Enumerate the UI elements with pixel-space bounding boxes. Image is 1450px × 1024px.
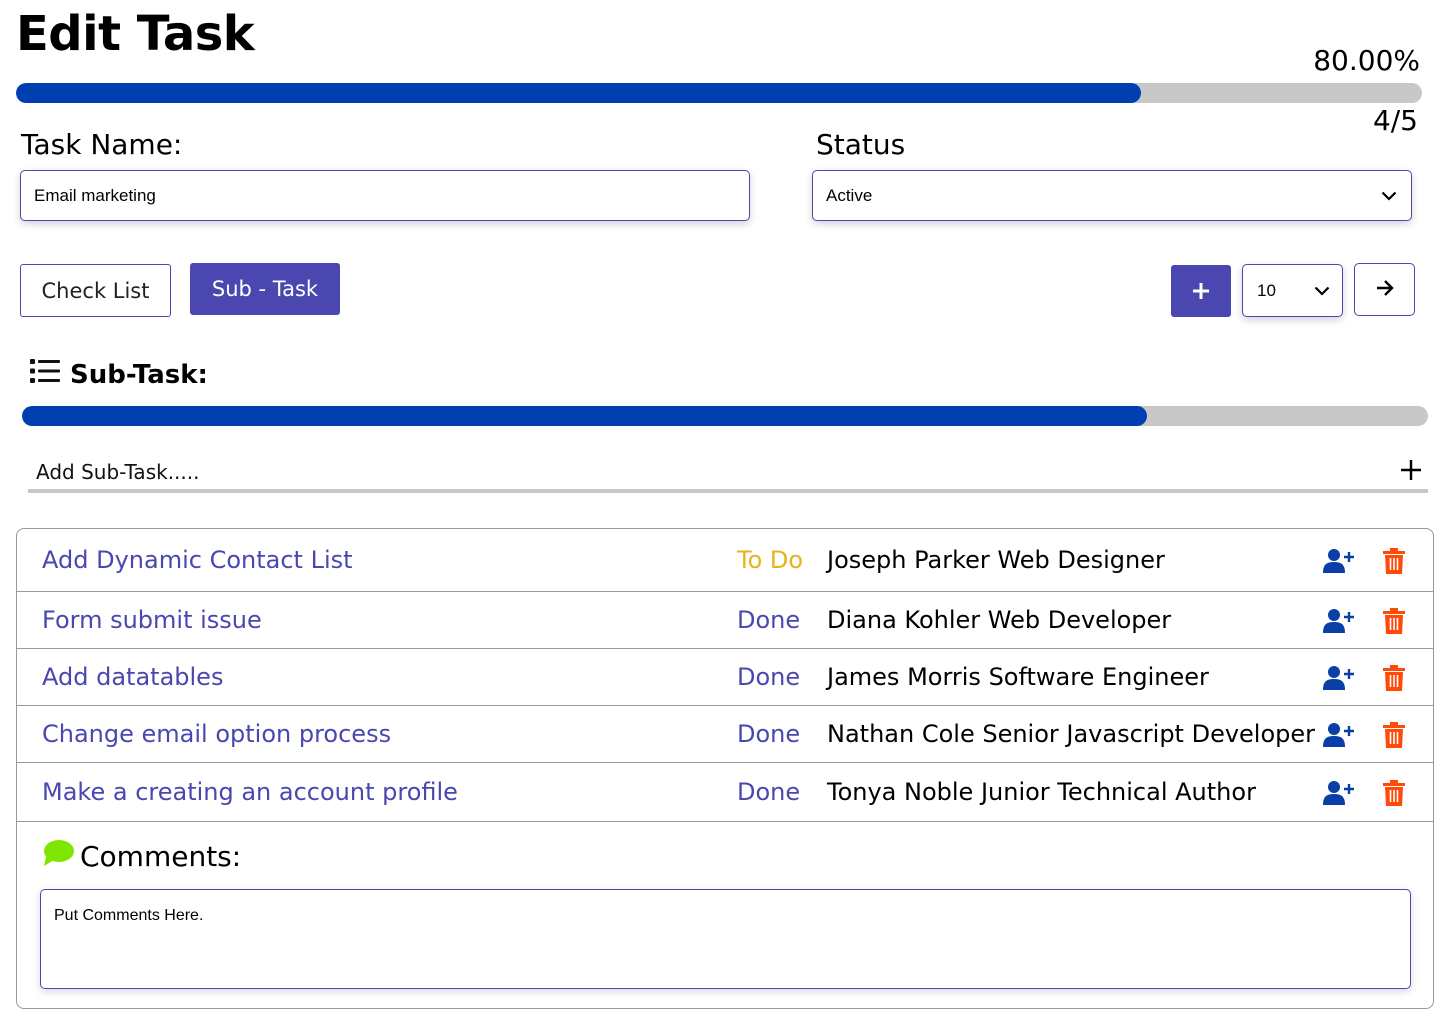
- page-size-select[interactable]: 10: [1242, 264, 1343, 317]
- subtask-heading: Sub-Task:: [30, 358, 208, 391]
- next-button[interactable]: [1354, 263, 1415, 316]
- task-name-input[interactable]: Email marketing: [20, 170, 750, 221]
- list-icon: [30, 358, 60, 391]
- trash-icon[interactable]: [1383, 607, 1405, 638]
- subtask-assignee: Nathan Cole Senior Javascript Developer: [827, 719, 1316, 748]
- subtask-status: Done: [737, 605, 801, 634]
- subtask-status: Done: [737, 777, 801, 806]
- status-value: Active: [826, 185, 873, 205]
- subtask-title[interactable]: Form submit issue: [42, 606, 262, 634]
- task-name-label: Task Name:: [21, 128, 183, 161]
- subtask-row[interactable]: Change email option process Done Nathan Co…: [17, 706, 1433, 763]
- plus-icon[interactable]: [1400, 457, 1422, 487]
- subtask-row[interactable]: Add datatables Done James Morris Software …: [17, 649, 1433, 706]
- comments-heading: Comments:: [42, 839, 241, 874]
- subtask-title[interactable]: Add datatables: [42, 663, 223, 691]
- comment-icon: [42, 839, 74, 874]
- subtask-row[interactable]: Make a creating an account profile Done To…: [17, 763, 1433, 822]
- subtask-tab-button[interactable]: Sub - Task: [190, 263, 340, 315]
- subtask-progress-fill: [22, 406, 1147, 426]
- page-size-value: 10: [1257, 280, 1276, 300]
- chevron-down-icon: [1381, 186, 1397, 206]
- progress-percent: 80.00%: [1313, 44, 1420, 77]
- trash-icon[interactable]: [1383, 547, 1405, 578]
- subtask-title[interactable]: Change email option process: [42, 720, 391, 748]
- plus-icon: [1191, 274, 1211, 309]
- subtask-progress-bar: [22, 406, 1428, 426]
- comments-heading-text: Comments:: [80, 840, 242, 873]
- subtask-assignee: Tonya Noble Junior Technical Author: [827, 777, 1256, 806]
- add-user-icon[interactable]: [1323, 780, 1355, 810]
- subtask-card: Add Dynamic Contact List To Do Joseph Park…: [16, 528, 1434, 1009]
- comments-textarea[interactable]: Put Comments Here.: [40, 889, 1411, 989]
- trash-icon[interactable]: [1383, 721, 1405, 752]
- add-user-icon[interactable]: [1323, 722, 1355, 752]
- subtask-status: Done: [737, 719, 801, 748]
- task-progress-bar: [16, 83, 1422, 103]
- arrow-right-icon: [1375, 278, 1395, 302]
- add-subtask-input[interactable]: Add Sub-Task.....: [28, 455, 1428, 493]
- subtask-assignee: Joseph Parker Web Designer: [827, 545, 1165, 574]
- task-progress-fill: [16, 83, 1141, 103]
- task-name-value: Email marketing: [34, 185, 156, 205]
- subtask-status: Done: [737, 662, 801, 691]
- subtask-heading-text: Sub-Task:: [70, 359, 208, 390]
- subtask-status: To Do: [737, 545, 804, 574]
- subtask-title[interactable]: Make a creating an account profile: [42, 778, 458, 806]
- add-button[interactable]: [1171, 265, 1231, 317]
- status-select[interactable]: Active: [812, 170, 1412, 221]
- trash-icon[interactable]: [1383, 779, 1405, 810]
- subtask-assignee: James Morris Software Engineer: [827, 662, 1209, 691]
- subtask-row[interactable]: Add Dynamic Contact List To Do Joseph Park…: [17, 529, 1433, 592]
- add-user-icon[interactable]: [1323, 608, 1355, 638]
- add-subtask-placeholder: Add Sub-Task.....: [36, 460, 200, 484]
- comments-placeholder: Put Comments Here.: [54, 907, 204, 924]
- chevron-down-icon: [1314, 281, 1330, 301]
- subtask-row[interactable]: Form submit issue Done Diana Kohler Web De…: [17, 592, 1433, 649]
- page-title: Edit Task: [16, 6, 255, 62]
- add-user-icon[interactable]: [1323, 548, 1355, 578]
- add-user-icon[interactable]: [1323, 665, 1355, 695]
- progress-count: 4/5: [1372, 104, 1418, 137]
- subtask-assignee: Diana Kohler Web Developer: [827, 605, 1172, 634]
- status-label: Status: [816, 128, 906, 161]
- subtask-title[interactable]: Add Dynamic Contact List: [42, 546, 353, 574]
- trash-icon[interactable]: [1383, 664, 1405, 695]
- checklist-tab-button[interactable]: Check List: [20, 264, 171, 317]
